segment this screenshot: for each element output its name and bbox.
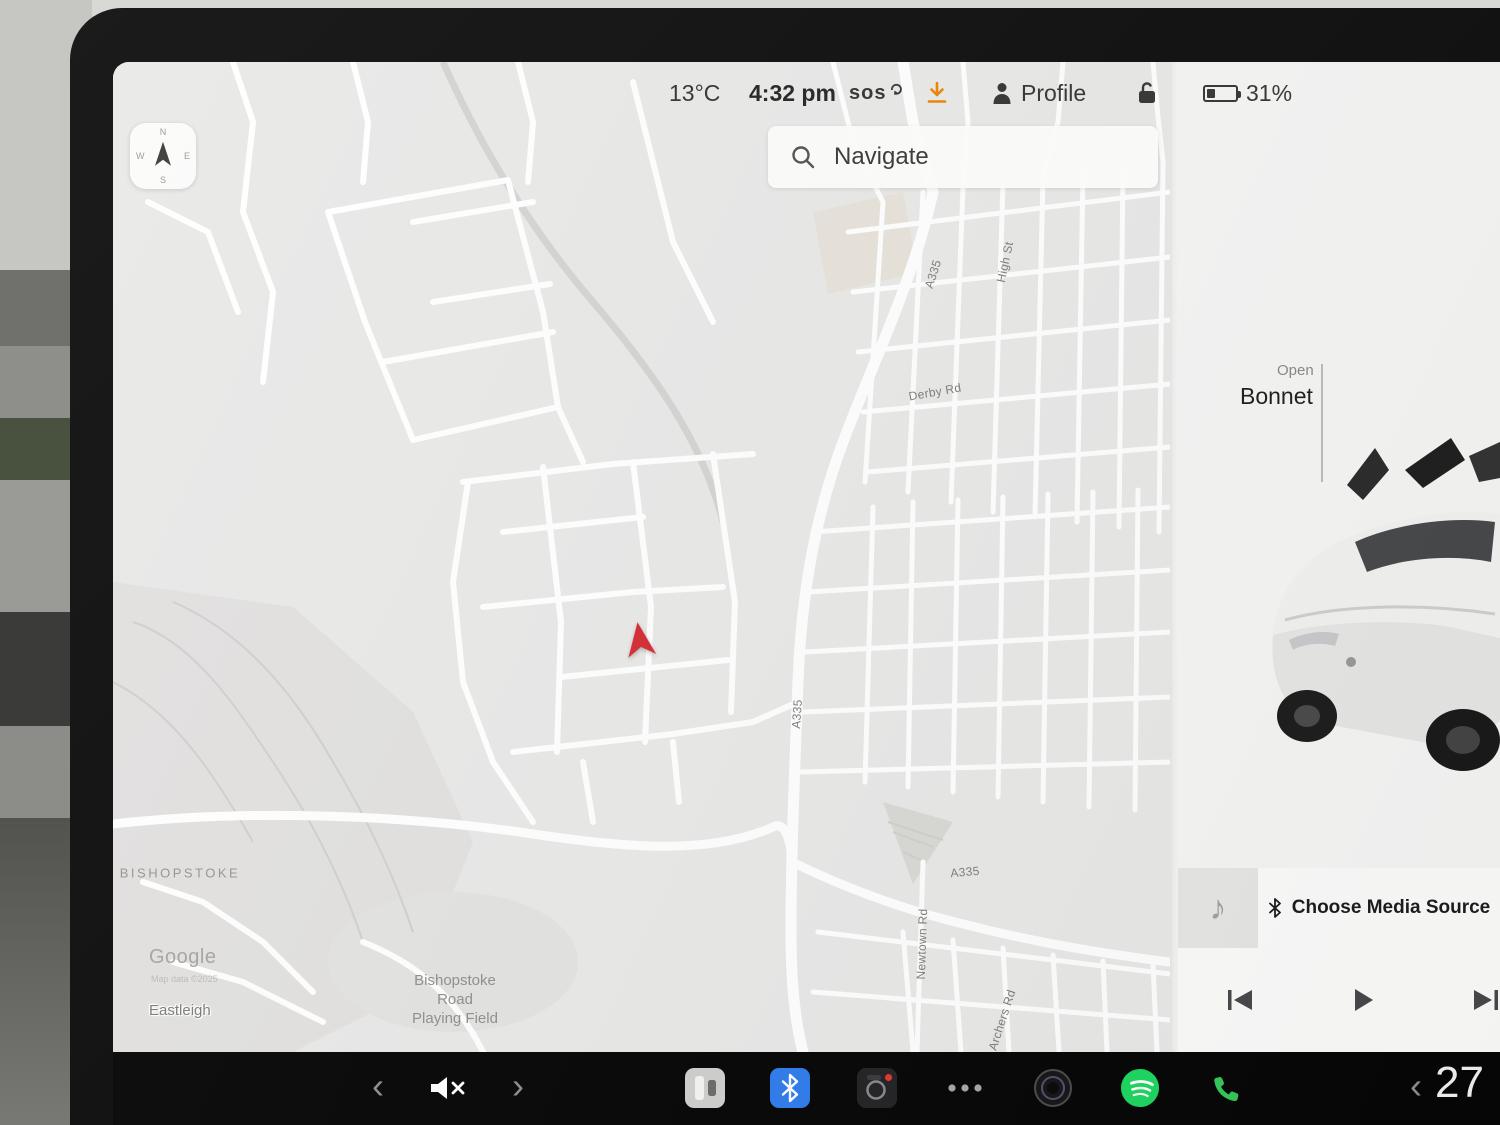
dashcam-icon bbox=[857, 1068, 897, 1108]
compass-east-label: E bbox=[184, 151, 190, 161]
place-label-eastleigh: Eastleigh bbox=[149, 1002, 211, 1019]
map-canvas[interactable]: A335 High St Derby Rd A335 A335 Newtown … bbox=[113, 62, 1170, 1052]
app-dock: ‹ › bbox=[113, 1052, 1500, 1125]
open-bonnet-hint: Open bbox=[1277, 362, 1314, 379]
software-update-status[interactable] bbox=[925, 76, 949, 110]
volume-chevron-left[interactable]: ‹ bbox=[363, 1064, 393, 1108]
choose-media-source-button[interactable]: Choose Media Source bbox=[1292, 897, 1491, 919]
vehicle-location-arrow bbox=[623, 620, 658, 660]
navigate-search-bar[interactable]: Navigate bbox=[768, 126, 1158, 188]
volume-chevron-right[interactable]: › bbox=[503, 1064, 533, 1108]
next-track-icon bbox=[1472, 987, 1500, 1013]
battery-icon bbox=[1203, 85, 1238, 102]
map-roads bbox=[113, 62, 1170, 1052]
bluetooth-icon bbox=[1268, 898, 1282, 918]
media-player-card: ♪ Choose Media Source bbox=[1178, 868, 1500, 1052]
software-update-download-icon bbox=[925, 81, 949, 105]
clock: 4:32 pm bbox=[749, 76, 836, 110]
vehicle-panel: Open Bonnet bbox=[1170, 62, 1500, 1052]
profile-label: Profile bbox=[1021, 80, 1086, 107]
map-data-attribution: Map data ©2025 bbox=[151, 974, 218, 984]
climate-chevron-left[interactable]: ‹ bbox=[1401, 1064, 1431, 1108]
battery-percent-label: 31% bbox=[1246, 80, 1292, 107]
compass-control[interactable]: N E S W bbox=[130, 123, 196, 189]
playing-field-line-2: Road bbox=[412, 991, 498, 1010]
next-track-button[interactable] bbox=[1466, 980, 1500, 1020]
app-shortcut-1[interactable] bbox=[685, 1068, 725, 1108]
volume-mute-button[interactable] bbox=[427, 1068, 467, 1108]
search-icon bbox=[790, 144, 816, 170]
google-attribution: Google bbox=[149, 946, 217, 969]
place-label-bishopstoke: BISHOPSTOKE bbox=[120, 866, 240, 881]
road-label-newtown-rd: Newtown Rd bbox=[914, 908, 930, 979]
car-render[interactable] bbox=[1255, 430, 1500, 775]
road-label-a335-lower: A335 bbox=[950, 864, 980, 880]
climate-temperature[interactable]: 27 bbox=[1435, 1058, 1484, 1108]
phone-icon bbox=[1208, 1069, 1246, 1107]
playing-field-line-3: Playing Field bbox=[412, 1009, 498, 1028]
tesla-touchscreen: A335 High St Derby Rd A335 A335 Newtown … bbox=[113, 62, 1500, 1125]
previous-track-button[interactable] bbox=[1220, 980, 1260, 1020]
more-apps-button[interactable] bbox=[945, 1068, 985, 1108]
play-icon bbox=[1351, 987, 1375, 1013]
spotify-button[interactable] bbox=[1120, 1068, 1160, 1108]
more-apps-icon bbox=[947, 1083, 983, 1093]
lock-status[interactable] bbox=[1137, 76, 1157, 110]
lock-icon bbox=[1137, 81, 1157, 105]
photo-scene: A335 High St Derby Rd A335 A335 Newtown … bbox=[0, 0, 1500, 1125]
app-icon bbox=[685, 1068, 725, 1108]
media-source-tile[interactable]: ♪ bbox=[1178, 868, 1258, 948]
time-value: 4:32 pm bbox=[749, 80, 836, 107]
music-note-icon: ♪ bbox=[1210, 889, 1227, 928]
open-bonnet-button[interactable]: Bonnet bbox=[1240, 383, 1313, 410]
transport-controls bbox=[1178, 948, 1500, 1052]
compass-needle-icon bbox=[153, 142, 173, 168]
bluetooth-app-icon bbox=[770, 1068, 810, 1108]
place-label-playing-field: Bishopstoke Road Playing Field bbox=[412, 972, 498, 1028]
record-icon bbox=[1033, 1068, 1073, 1108]
navigate-placeholder: Navigate bbox=[834, 143, 929, 171]
profile-button[interactable]: Profile bbox=[991, 76, 1086, 110]
compass-south-label: S bbox=[160, 175, 166, 185]
compass-north-label: N bbox=[160, 127, 167, 137]
screen-bezel: A335 High St Derby Rd A335 A335 Newtown … bbox=[70, 8, 1500, 1125]
sos-label: sos bbox=[849, 82, 886, 105]
previous-track-icon bbox=[1226, 987, 1254, 1013]
spotify-icon bbox=[1120, 1067, 1160, 1109]
battery-status: 31% bbox=[1203, 76, 1292, 110]
sos-arc-icon bbox=[890, 82, 903, 95]
outside-temperature-status[interactable]: 13°C bbox=[669, 76, 720, 110]
bluetooth-app-button[interactable] bbox=[770, 1068, 810, 1108]
play-button[interactable] bbox=[1343, 980, 1383, 1020]
dashcam-button[interactable] bbox=[857, 1068, 897, 1108]
playing-field-line-1: Bishopstoke bbox=[412, 972, 498, 991]
sos-status: sos bbox=[849, 76, 903, 110]
profile-person-icon bbox=[991, 81, 1013, 105]
road-label-a335-mid: A335 bbox=[789, 699, 805, 729]
temperature-value: 13°C bbox=[669, 80, 720, 107]
volume-mute-icon bbox=[429, 1074, 465, 1102]
phone-button[interactable] bbox=[1207, 1068, 1247, 1108]
record-button[interactable] bbox=[1033, 1068, 1073, 1108]
compass-west-label: W bbox=[136, 151, 145, 161]
